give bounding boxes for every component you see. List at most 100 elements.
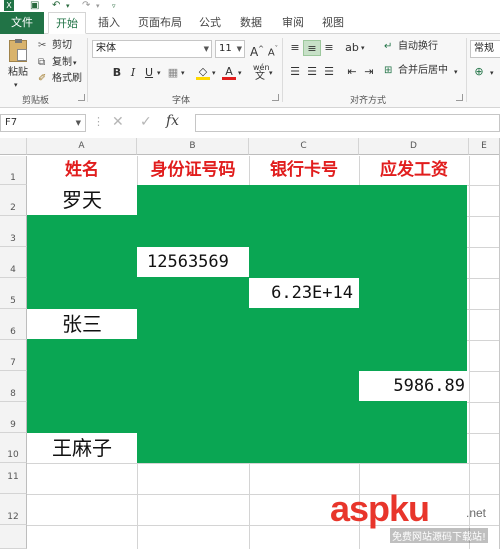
enter-formula-icon[interactable]: ✓ xyxy=(140,114,152,130)
cell-b4[interactable]: 12563569 xyxy=(137,247,249,277)
row-header-7[interactable]: 7 xyxy=(0,340,27,371)
header-name[interactable]: 姓名 xyxy=(27,156,137,184)
insert-function-icon[interactable]: fx xyxy=(166,113,179,129)
phonetic-dropdown-icon[interactable]: ▾ xyxy=(269,66,273,80)
column-header-c[interactable]: C xyxy=(249,138,359,155)
align-middle-icon[interactable]: ≡ xyxy=(303,40,321,56)
borders-icon[interactable]: ▦ xyxy=(164,65,182,81)
tab-file[interactable]: 文件 xyxy=(0,12,44,34)
copy-button[interactable]: 复制 xyxy=(52,56,72,70)
wrap-text-button[interactable]: 自动换行 xyxy=(398,40,438,54)
row-header-4[interactable]: 4 xyxy=(0,247,27,278)
header-bank-card[interactable]: 银行卡号 xyxy=(249,156,359,184)
merge-center-icon[interactable]: ⊞ xyxy=(384,64,392,78)
copy-dropdown-icon[interactable]: ▾ xyxy=(73,56,77,70)
header-id-number[interactable]: 身份证号码 xyxy=(137,156,249,184)
row-header-13[interactable] xyxy=(0,525,27,549)
shrink-font-icon[interactable]: Aˇ xyxy=(264,41,282,58)
copy-icon[interactable]: ⧉ xyxy=(38,56,45,70)
row-header-1[interactable]: 1 xyxy=(0,156,27,185)
name-box-value: F7 xyxy=(5,117,18,128)
excel-logo-icon: X xyxy=(4,0,14,11)
underline-dropdown-icon[interactable]: ▾ xyxy=(157,66,161,80)
font-group-label: 字体 xyxy=(172,96,191,106)
cell-a6[interactable]: 张三 xyxy=(27,309,137,339)
align-top-icon[interactable]: ≡ xyxy=(286,40,304,56)
font-size-select[interactable]: 11 ▼ xyxy=(215,40,245,58)
accounting-format-icon[interactable]: ⊕ xyxy=(470,64,488,80)
merge-center-button[interactable]: 合并后居中 xyxy=(398,64,448,78)
row-header-5[interactable]: 5 xyxy=(0,278,27,309)
undo-icon[interactable]: ↶ xyxy=(52,0,60,12)
format-painter-button[interactable]: 格式刷 xyxy=(52,72,82,86)
font-name-value: 宋体 xyxy=(96,43,116,54)
merge-center-dropdown-icon[interactable]: ▾ xyxy=(454,65,458,79)
cut-button[interactable]: 剪切 xyxy=(52,39,72,53)
paste-dropdown-icon: ▾ xyxy=(14,81,18,89)
save-icon[interactable]: ▣ xyxy=(30,0,39,12)
row-header-9[interactable]: 9 xyxy=(0,402,27,433)
select-all-corner[interactable] xyxy=(0,138,27,155)
paste-button[interactable]: 粘贴 ▾ xyxy=(6,38,30,89)
clipboard-icon xyxy=(9,39,27,62)
number-format-select[interactable]: 常规 xyxy=(470,40,500,58)
font-name-select[interactable]: 宋体 ▼ xyxy=(92,40,212,58)
wrap-text-icon[interactable]: ↵ xyxy=(384,40,392,54)
underline-button[interactable]: U xyxy=(140,65,158,81)
row-header-6[interactable]: 6 xyxy=(0,309,27,340)
decrease-indent-icon[interactable]: ⇤ xyxy=(343,64,361,80)
borders-dropdown-icon[interactable]: ▾ xyxy=(181,66,185,80)
column-header-a[interactable]: A xyxy=(27,138,137,155)
tab-data[interactable]: 数据 xyxy=(238,12,264,34)
header-salary[interactable]: 应发工资 xyxy=(359,156,469,184)
clipboard-launcher-icon[interactable] xyxy=(78,94,85,101)
row-header-12[interactable]: 12 xyxy=(0,494,27,525)
format-painter-icon[interactable]: ✐ xyxy=(38,72,46,86)
cell-c5[interactable]: 6.23E+14 xyxy=(249,278,359,308)
column-header-e[interactable]: E xyxy=(469,138,500,155)
cell-d8[interactable]: 5986.89 xyxy=(359,371,469,401)
column-header-b[interactable]: B xyxy=(137,138,249,155)
tab-insert[interactable]: 插入 xyxy=(96,12,122,34)
row-header-8[interactable]: 8 xyxy=(0,371,27,402)
align-right-icon[interactable]: ☰ xyxy=(320,64,338,80)
font-launcher-icon[interactable] xyxy=(272,94,279,101)
row-header-2[interactable]: 2 xyxy=(0,185,27,216)
font-size-value: 11 xyxy=(219,43,232,54)
column-header-d[interactable]: D xyxy=(359,138,469,155)
font-color-icon[interactable]: A xyxy=(220,64,238,80)
align-center-icon[interactable]: ☰ xyxy=(303,64,321,80)
align-left-icon[interactable]: ☰ xyxy=(286,64,304,80)
cell-a10[interactable]: 王麻子 xyxy=(27,433,137,463)
align-bottom-icon[interactable]: ≡ xyxy=(320,40,338,56)
cancel-formula-icon[interactable]: ✕ xyxy=(112,114,124,130)
font-size-dropdown-icon: ▼ xyxy=(236,45,242,53)
undo-dropdown-icon[interactable]: ▾ xyxy=(66,0,70,12)
tab-view[interactable]: 视图 xyxy=(320,12,346,34)
tab-review[interactable]: 审阅 xyxy=(280,12,306,34)
row-header-11[interactable]: 11 xyxy=(0,463,27,494)
accounting-dropdown-icon[interactable]: ▾ xyxy=(490,66,494,80)
cut-icon[interactable]: ✂ xyxy=(38,39,46,53)
formula-input[interactable] xyxy=(195,114,500,132)
customize-quick-access-icon[interactable]: ▿ xyxy=(112,0,116,12)
redo-icon[interactable]: ↷ xyxy=(82,0,90,12)
tab-home[interactable]: 开始 xyxy=(48,12,86,34)
tab-page-layout[interactable]: 页面布局 xyxy=(136,12,184,34)
alignment-launcher-icon[interactable] xyxy=(456,94,463,101)
row-header-10[interactable]: 10 xyxy=(0,433,27,463)
number-format-value: 常规 xyxy=(474,43,494,54)
name-box[interactable]: F7 ▼ xyxy=(0,114,86,132)
tab-formulas[interactable]: 公式 xyxy=(197,12,223,34)
fill-color-dropdown-icon[interactable]: ▾ xyxy=(212,66,216,80)
row-header-3[interactable]: 3 xyxy=(0,216,27,247)
increase-indent-icon[interactable]: ⇥ xyxy=(360,64,378,80)
redo-dropdown-icon[interactable]: ▾ xyxy=(96,0,100,12)
font-color-dropdown-icon[interactable]: ▾ xyxy=(238,66,242,80)
fill-color-icon[interactable]: ◇ xyxy=(194,64,212,80)
orientation-dropdown-icon[interactable]: ▾ xyxy=(361,41,365,55)
cell-a2[interactable]: 罗天 xyxy=(27,185,137,215)
title-bar: X ▣ ↶ ▾ ↷ ▾ ▿ xyxy=(0,0,500,12)
orientation-icon[interactable]: ab xyxy=(343,40,361,56)
watermark-tagline: 免费网站源码下载站! xyxy=(390,528,489,543)
